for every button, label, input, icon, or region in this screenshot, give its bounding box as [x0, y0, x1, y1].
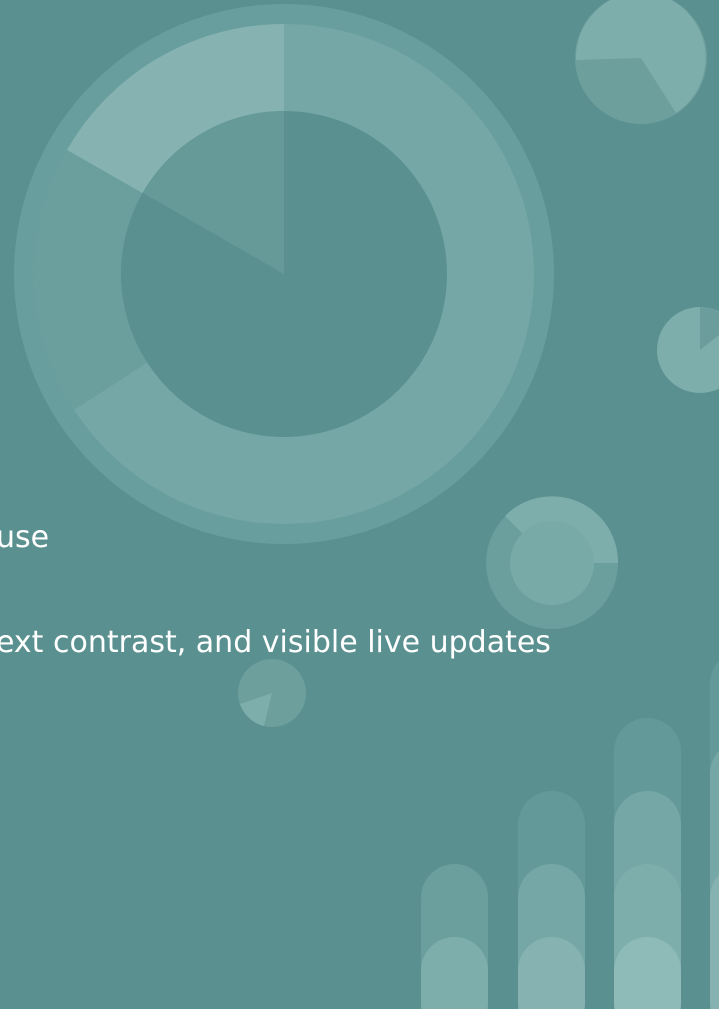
text-line-1: use — [0, 520, 50, 555]
pie-segment-1 — [575, 0, 641, 60]
bar-decoration — [421, 660, 719, 1009]
small-pie-right-edge — [657, 307, 719, 393]
bar-1-segment-b — [421, 937, 488, 1009]
text-line-2: ext contrast, and visible live updates — [0, 625, 551, 660]
small-pie-top-right — [575, 0, 707, 124]
slide-canvas: use ext contrast, and visible live updat… — [0, 0, 719, 1009]
ring-inner — [510, 521, 594, 605]
bar-2-segment-c — [518, 937, 585, 1009]
small-pie-behind-text — [238, 659, 306, 727]
large-donut-decoration — [14, 4, 554, 544]
decorative-graphics — [14, 0, 719, 1009]
ring-pie-middle-right — [486, 496, 619, 629]
bar-3-segment-d — [614, 937, 681, 1009]
